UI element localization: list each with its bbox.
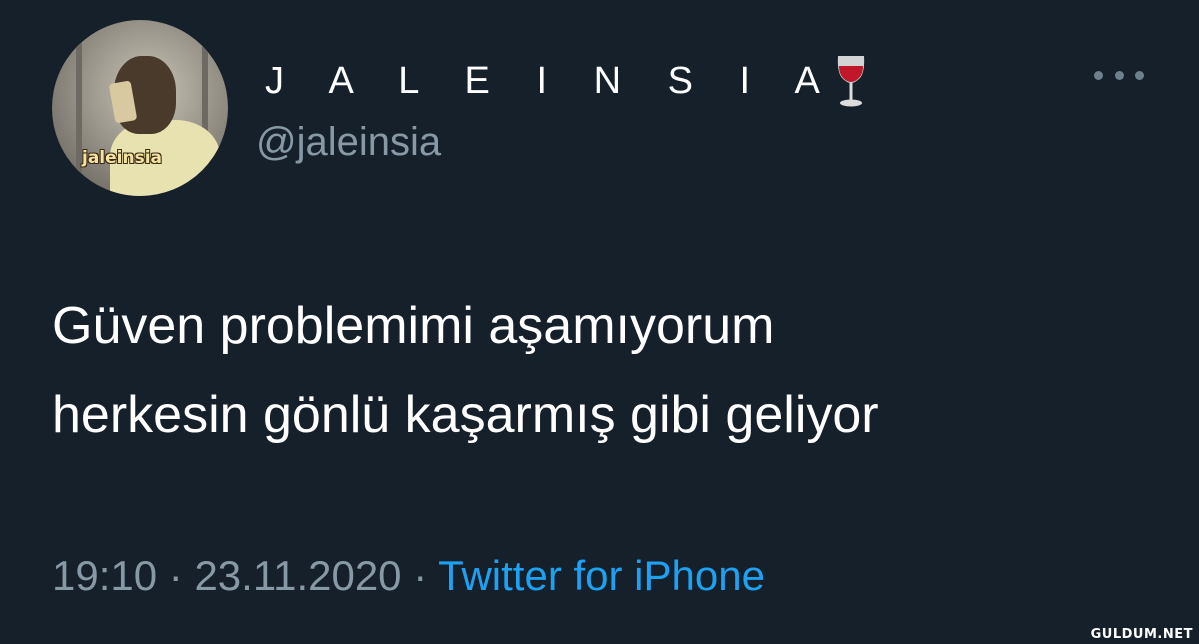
avatar-sticker-text: jaleinsia: [82, 148, 163, 168]
tweet-text-line: Güven problemimi aşamıyorum: [52, 297, 775, 355]
more-options-dot: [1094, 70, 1103, 80]
watermark: GULDUM.NET: [1090, 627, 1193, 642]
user-handle[interactable]: @jaleinsia: [256, 120, 441, 165]
more-options-dot: [1114, 70, 1124, 80]
meta-separator: ·: [413, 552, 428, 599]
display-name-text: J A L E I N S I A: [265, 59, 838, 102]
tweet-date[interactable]: 23.11.2020: [194, 552, 401, 599]
more-options-dot: [1135, 70, 1144, 80]
display-name[interactable]: J A L E I N S I A: [265, 52, 868, 110]
tweet-source-link[interactable]: Twitter for iPhone: [438, 552, 765, 599]
tweet-text: Güven problemimi aşamıyorum herkesin gön…: [52, 282, 1172, 460]
tweet-time[interactable]: 19:10: [52, 552, 157, 599]
avatar-photo-detail: [76, 20, 82, 196]
meta-separator: ·: [168, 552, 183, 599]
more-options-icon[interactable]: [1094, 66, 1144, 84]
wine-glass-icon: [837, 56, 865, 107]
tweet-meta: 19:10 · 23.11.2020 · Twitter for iPhone: [52, 552, 765, 600]
avatar[interactable]: jaleinsia: [52, 20, 228, 196]
tweet-text-line: herkesin gönlü kaşarmış gibi geliyor: [52, 386, 879, 444]
